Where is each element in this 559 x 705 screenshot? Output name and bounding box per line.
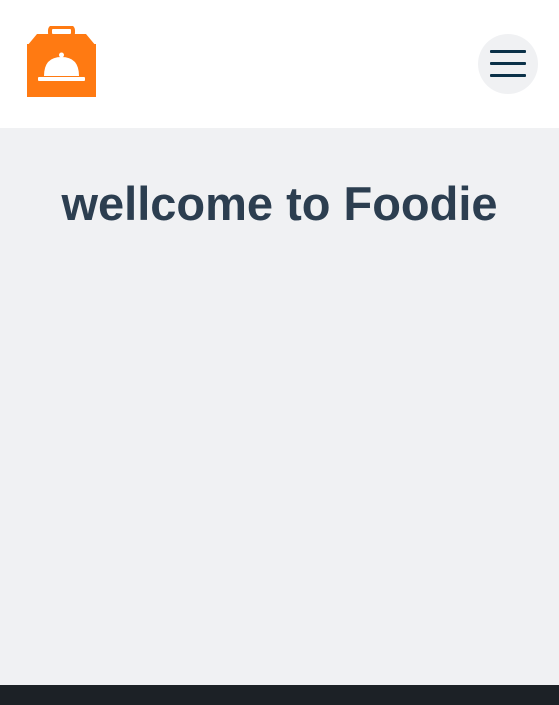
hamburger-menu-icon-bar — [490, 62, 526, 65]
page-title: wellcome to Foodie — [61, 177, 498, 230]
site-header — [0, 0, 559, 128]
site-footer — [0, 685, 559, 705]
hamburger-menu-icon-bar — [490, 74, 526, 77]
food-delivery-box-icon — [27, 25, 96, 97]
logo-link[interactable] — [27, 25, 96, 97]
main-content: wellcome to Foodie — [0, 128, 559, 685]
hamburger-menu-icon — [490, 50, 526, 53]
menu-toggle-button[interactable] — [478, 34, 538, 94]
